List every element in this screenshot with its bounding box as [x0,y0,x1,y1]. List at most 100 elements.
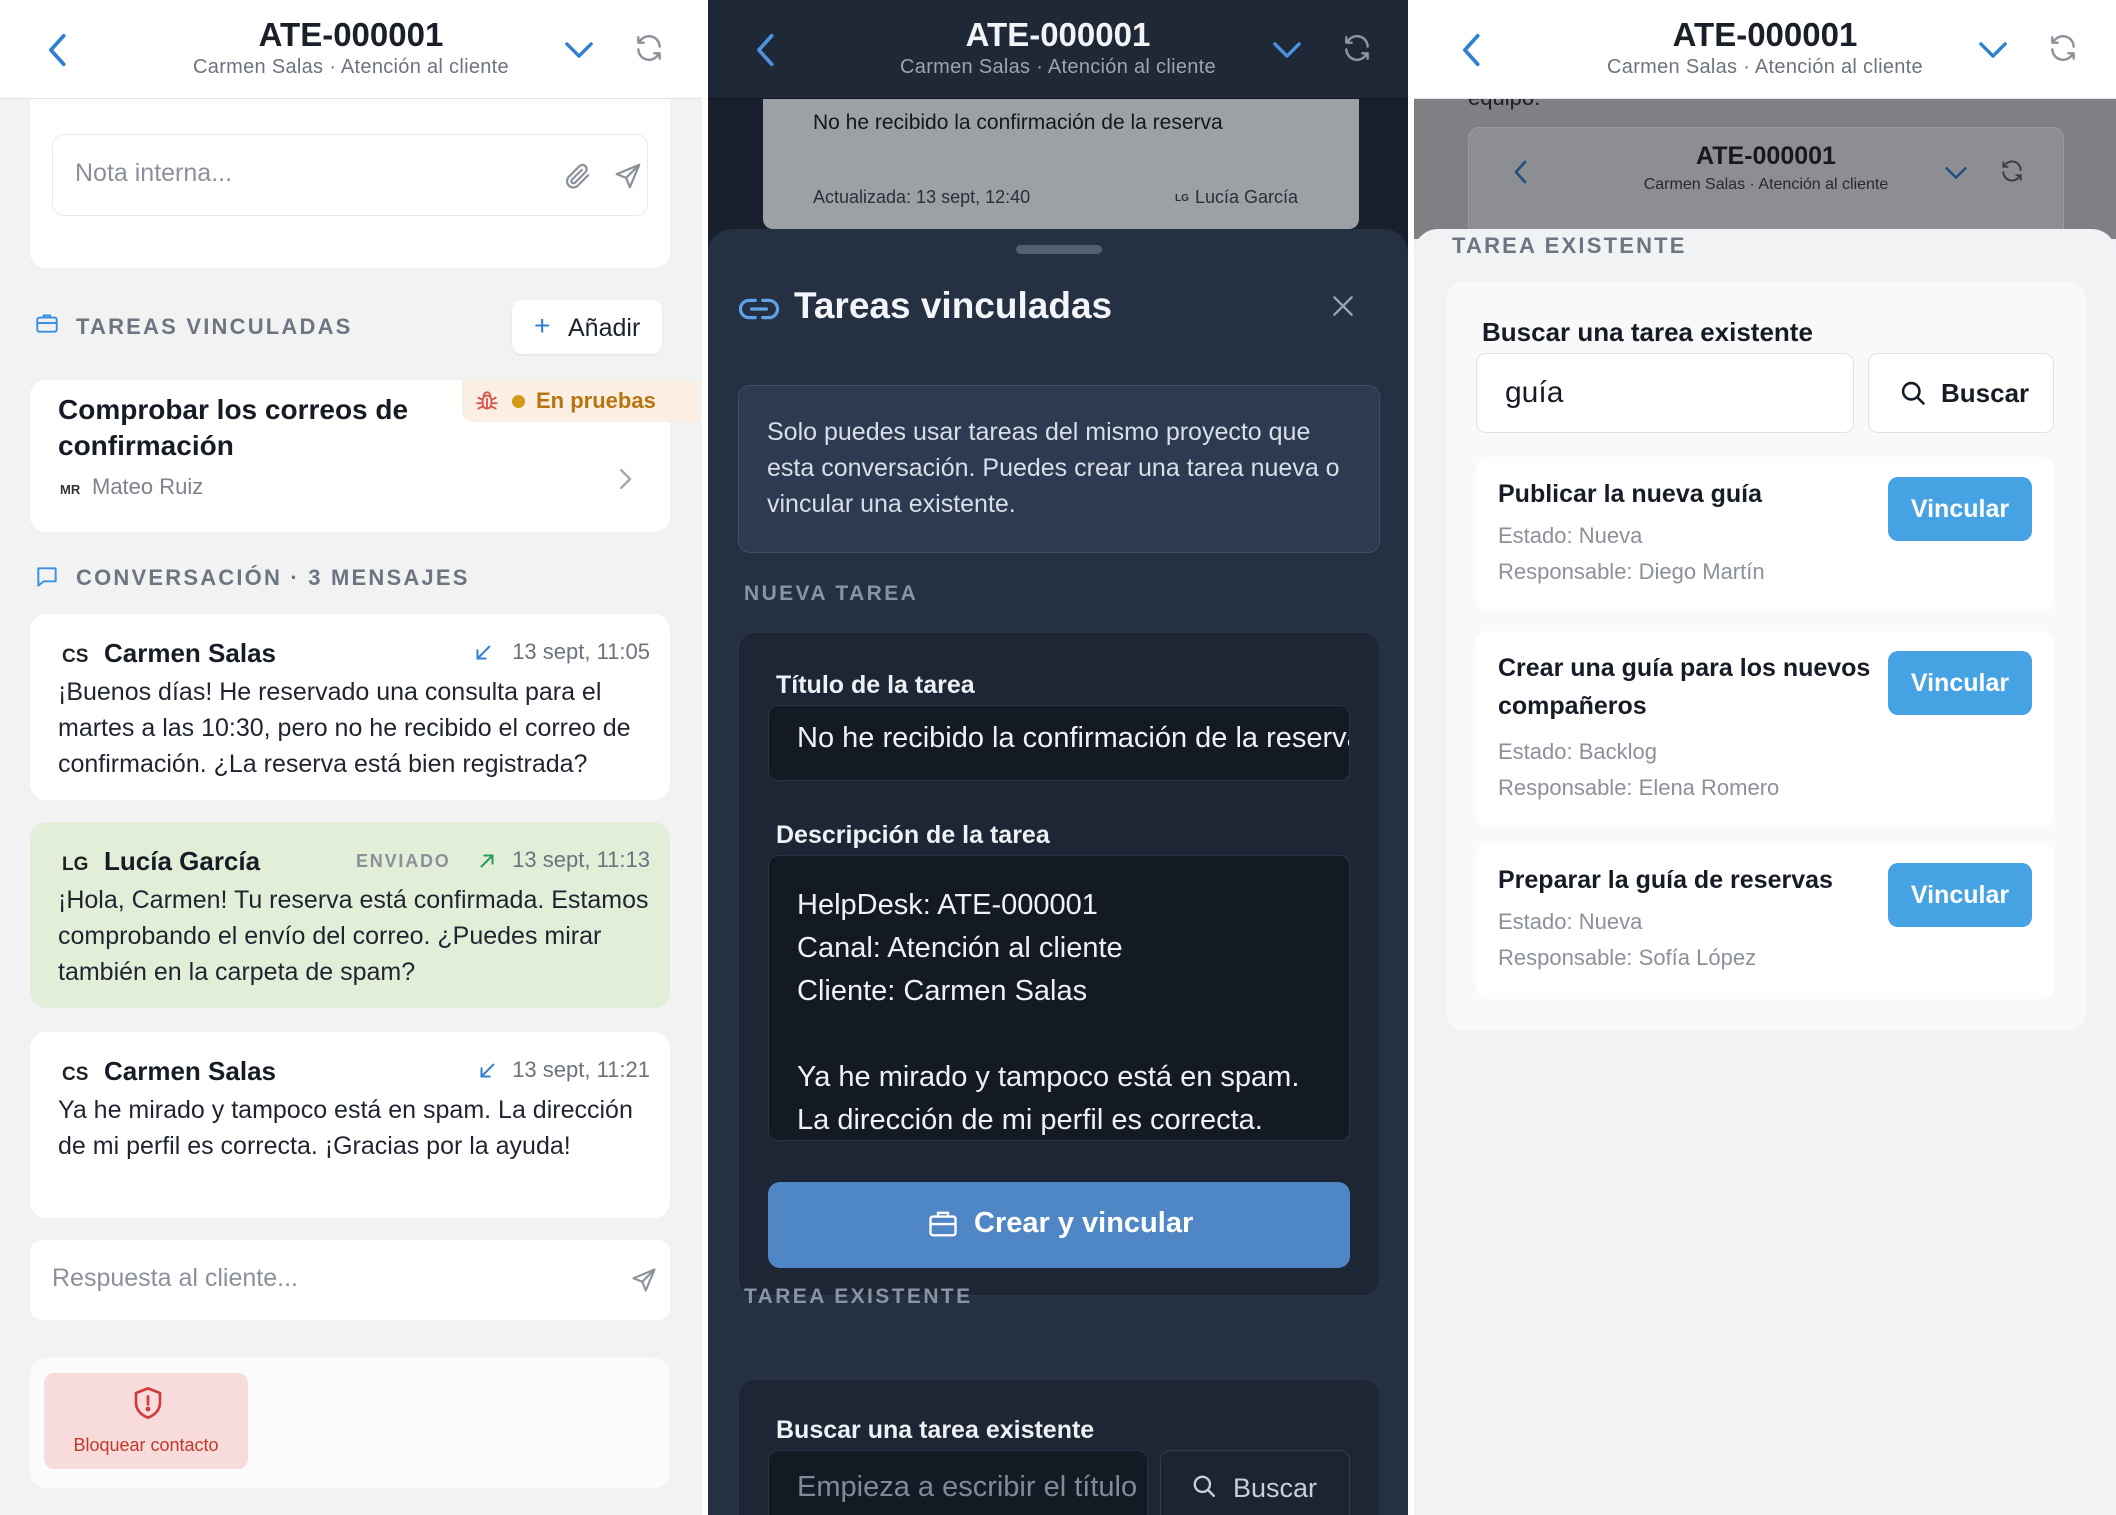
assignee-initials: MR [60,482,81,497]
link-task-button[interactable]: Vincular [1888,651,2032,715]
ticket-subtitle: Carmen Salas · Atención al cliente [1607,56,1923,78]
incoming-arrow-icon [476,645,491,660]
ticket-title: ATE-000001 [1672,16,1858,53]
search-result-card: Crear una guía para los nuevos compañero… [1476,631,2054,827]
result-status: Estado: Backlog [1498,739,1657,764]
panel-existing-task-search: equipo. ATE-000001 Carmen Salas · Atenci… [1414,0,2116,1515]
linked-task-title: Comprobar los correos de confirmación [58,394,409,461]
message-text: ¡Buenos días! He reservado una consulta … [58,678,631,778]
add-task-button[interactable]: + Añadir [512,300,662,354]
result-title: Crear una guía para los nuevos compañero… [1498,654,1871,720]
new-task-heading: NUEVA TAREA [744,582,919,605]
panel-ticket-detail: Nota interna... TAREAS VINCULADAS + Añad… [0,0,702,1515]
author-name: Carmen Salas [104,1056,276,1086]
status-dot [512,395,525,408]
message-text: ¡Hola, Carmen! Tu reserva está confirmad… [58,886,649,986]
existing-task-form: Buscar una tarea existente Empieza a esc… [738,1379,1380,1515]
search-input[interactable]: Empieza a escribir el título [768,1450,1148,1515]
send-icon[interactable] [613,161,643,191]
close-icon[interactable] [1330,293,1356,319]
shield-icon [134,1387,162,1419]
chevron-down-icon[interactable] [562,36,596,64]
background-message-card: No he recibido la confirmación de la res… [763,99,1359,229]
task-description-value: HelpDesk: ATE-000001 Canal: Atención al … [797,889,1300,1136]
refresh-icon [2002,160,2022,182]
refresh-icon[interactable] [1341,32,1373,64]
block-contact-button[interactable]: Bloquear contacto [44,1373,248,1469]
background-header-preview: ATE-000001 Carmen Salas · Atención al cl… [1468,127,2064,239]
task-title-label: Título de la tarea [776,671,975,699]
briefcase-icon [929,1211,957,1237]
author-initials: CS [62,1064,89,1085]
briefcase-icon [36,314,58,333]
link-task-button[interactable]: Vincular [1888,863,2032,927]
status-label: En pruebas [536,388,656,413]
result-status: Estado: Nueva [1498,909,1643,934]
search-button[interactable]: Buscar [1868,353,2054,433]
link-icon [738,298,780,320]
info-box: Solo puedes usar tareas del mismo proyec… [738,385,1380,553]
search-input[interactable]: guía [1476,353,1854,433]
task-description-input[interactable]: HelpDesk: ATE-000001 Canal: Atención al … [768,855,1350,1141]
info-text: Solo puedes usar tareas del mismo proyec… [767,418,1340,518]
refresh-icon[interactable] [633,32,665,64]
task-title-value: No he recibido la confirmación de la res… [797,722,1350,754]
search-placeholder: Empieza a escribir el título [797,1471,1138,1503]
ticket-header: ATE-000001 Carmen Salas · Atención al cl… [1414,0,2116,99]
existing-task-heading: TAREA EXISTENTE [1452,233,1687,258]
chevron-down-icon[interactable] [1270,36,1304,64]
ticket-title: ATE-000001 [258,16,444,53]
result-owner: Responsable: Elena Romero [1498,775,1780,800]
message-text: Ya he mirado y tampoco está en spam. La … [58,1096,633,1160]
result-owner: Responsable: Diego Martín [1498,559,1765,584]
task-title-input[interactable]: No he recibido la confirmación de la res… [768,705,1350,781]
linked-tasks-heading: TAREAS VINCULADAS [76,314,353,339]
author-name: Carmen Salas [104,638,276,668]
message-time: 13 sept, 11:05 [512,639,650,664]
create-and-link-label: Crear y vincular [974,1207,1194,1239]
search-result-card: Publicar la nueva guía Estado: Nueva Res… [1476,457,2054,611]
existing-task-sheet: TAREA EXISTENTE Buscar una tarea existen… [1414,229,2116,1515]
search-value: guía [1505,376,1564,409]
message-card: CS Carmen Salas 13 sept, 11:21 Ya he mir… [30,1032,670,1218]
link-task-button[interactable]: Vincular [1888,477,2032,541]
preview-title: ATE-000001 [1696,142,1836,170]
chevron-down-icon[interactable] [1976,36,2010,64]
paperclip-icon[interactable] [563,161,593,191]
author-initials: LG [62,854,89,875]
send-icon[interactable] [630,1266,658,1294]
background-updated: Actualizada: 13 sept, 12:40 [813,187,1031,207]
sheet-drag-handle[interactable] [1016,245,1102,254]
message-time: 13 sept, 11:13 [512,847,650,872]
background-agent: Lucía García [1195,187,1299,207]
background-message: No he recibido la confirmación de la res… [813,111,1223,134]
create-and-link-button[interactable]: Crear y vincular [768,1182,1350,1268]
internal-note-input[interactable]: Nota interna... [52,134,648,216]
search-icon [1193,1475,1215,1497]
search-button[interactable]: Buscar [1160,1450,1350,1515]
task-description-label: Descripción de la tarea [776,821,1050,849]
background-agent-initials: LG [1175,193,1189,204]
message-card: CS Carmen Salas 13 sept, 11:05 ¡Buenos d… [30,614,670,800]
chevron-right-icon [620,469,632,489]
incoming-arrow-icon [480,1063,495,1078]
linked-task-card[interactable]: Comprobar los correos de confirmación En… [30,380,700,532]
result-title: Preparar la guía de reservas [1498,866,1833,894]
sheet-title: Tareas vinculadas [794,285,1113,326]
search-icon [1901,381,1925,405]
refresh-icon[interactable] [2047,32,2079,64]
internal-note-placeholder: Nota interna... [75,159,233,187]
reply-input[interactable]: Respuesta al cliente... [30,1240,670,1320]
search-result-card: Preparar la guía de reservas Estado: Nue… [1476,843,2054,999]
chevron-down-icon [1945,167,1967,179]
author-initials: CS [62,646,89,667]
status-badge: En pruebas [462,380,700,422]
existing-task-search-card: Buscar una tarea existente guía Buscar P… [1446,281,2086,1031]
preview-subtitle: Carmen Salas · Atención al cliente [1643,176,1889,193]
result-owner: Responsable: Sofía López [1498,945,1757,970]
background-overlay: equipo. ATE-000001 Carmen Salas · Atenci… [1414,85,2116,239]
block-contact-card: Bloquear contacto [30,1358,670,1488]
sent-label: ENVIADO [356,851,451,871]
ticket-subtitle: Carmen Salas · Atención al cliente [193,56,509,78]
search-label: Buscar una tarea existente [776,1416,1095,1444]
